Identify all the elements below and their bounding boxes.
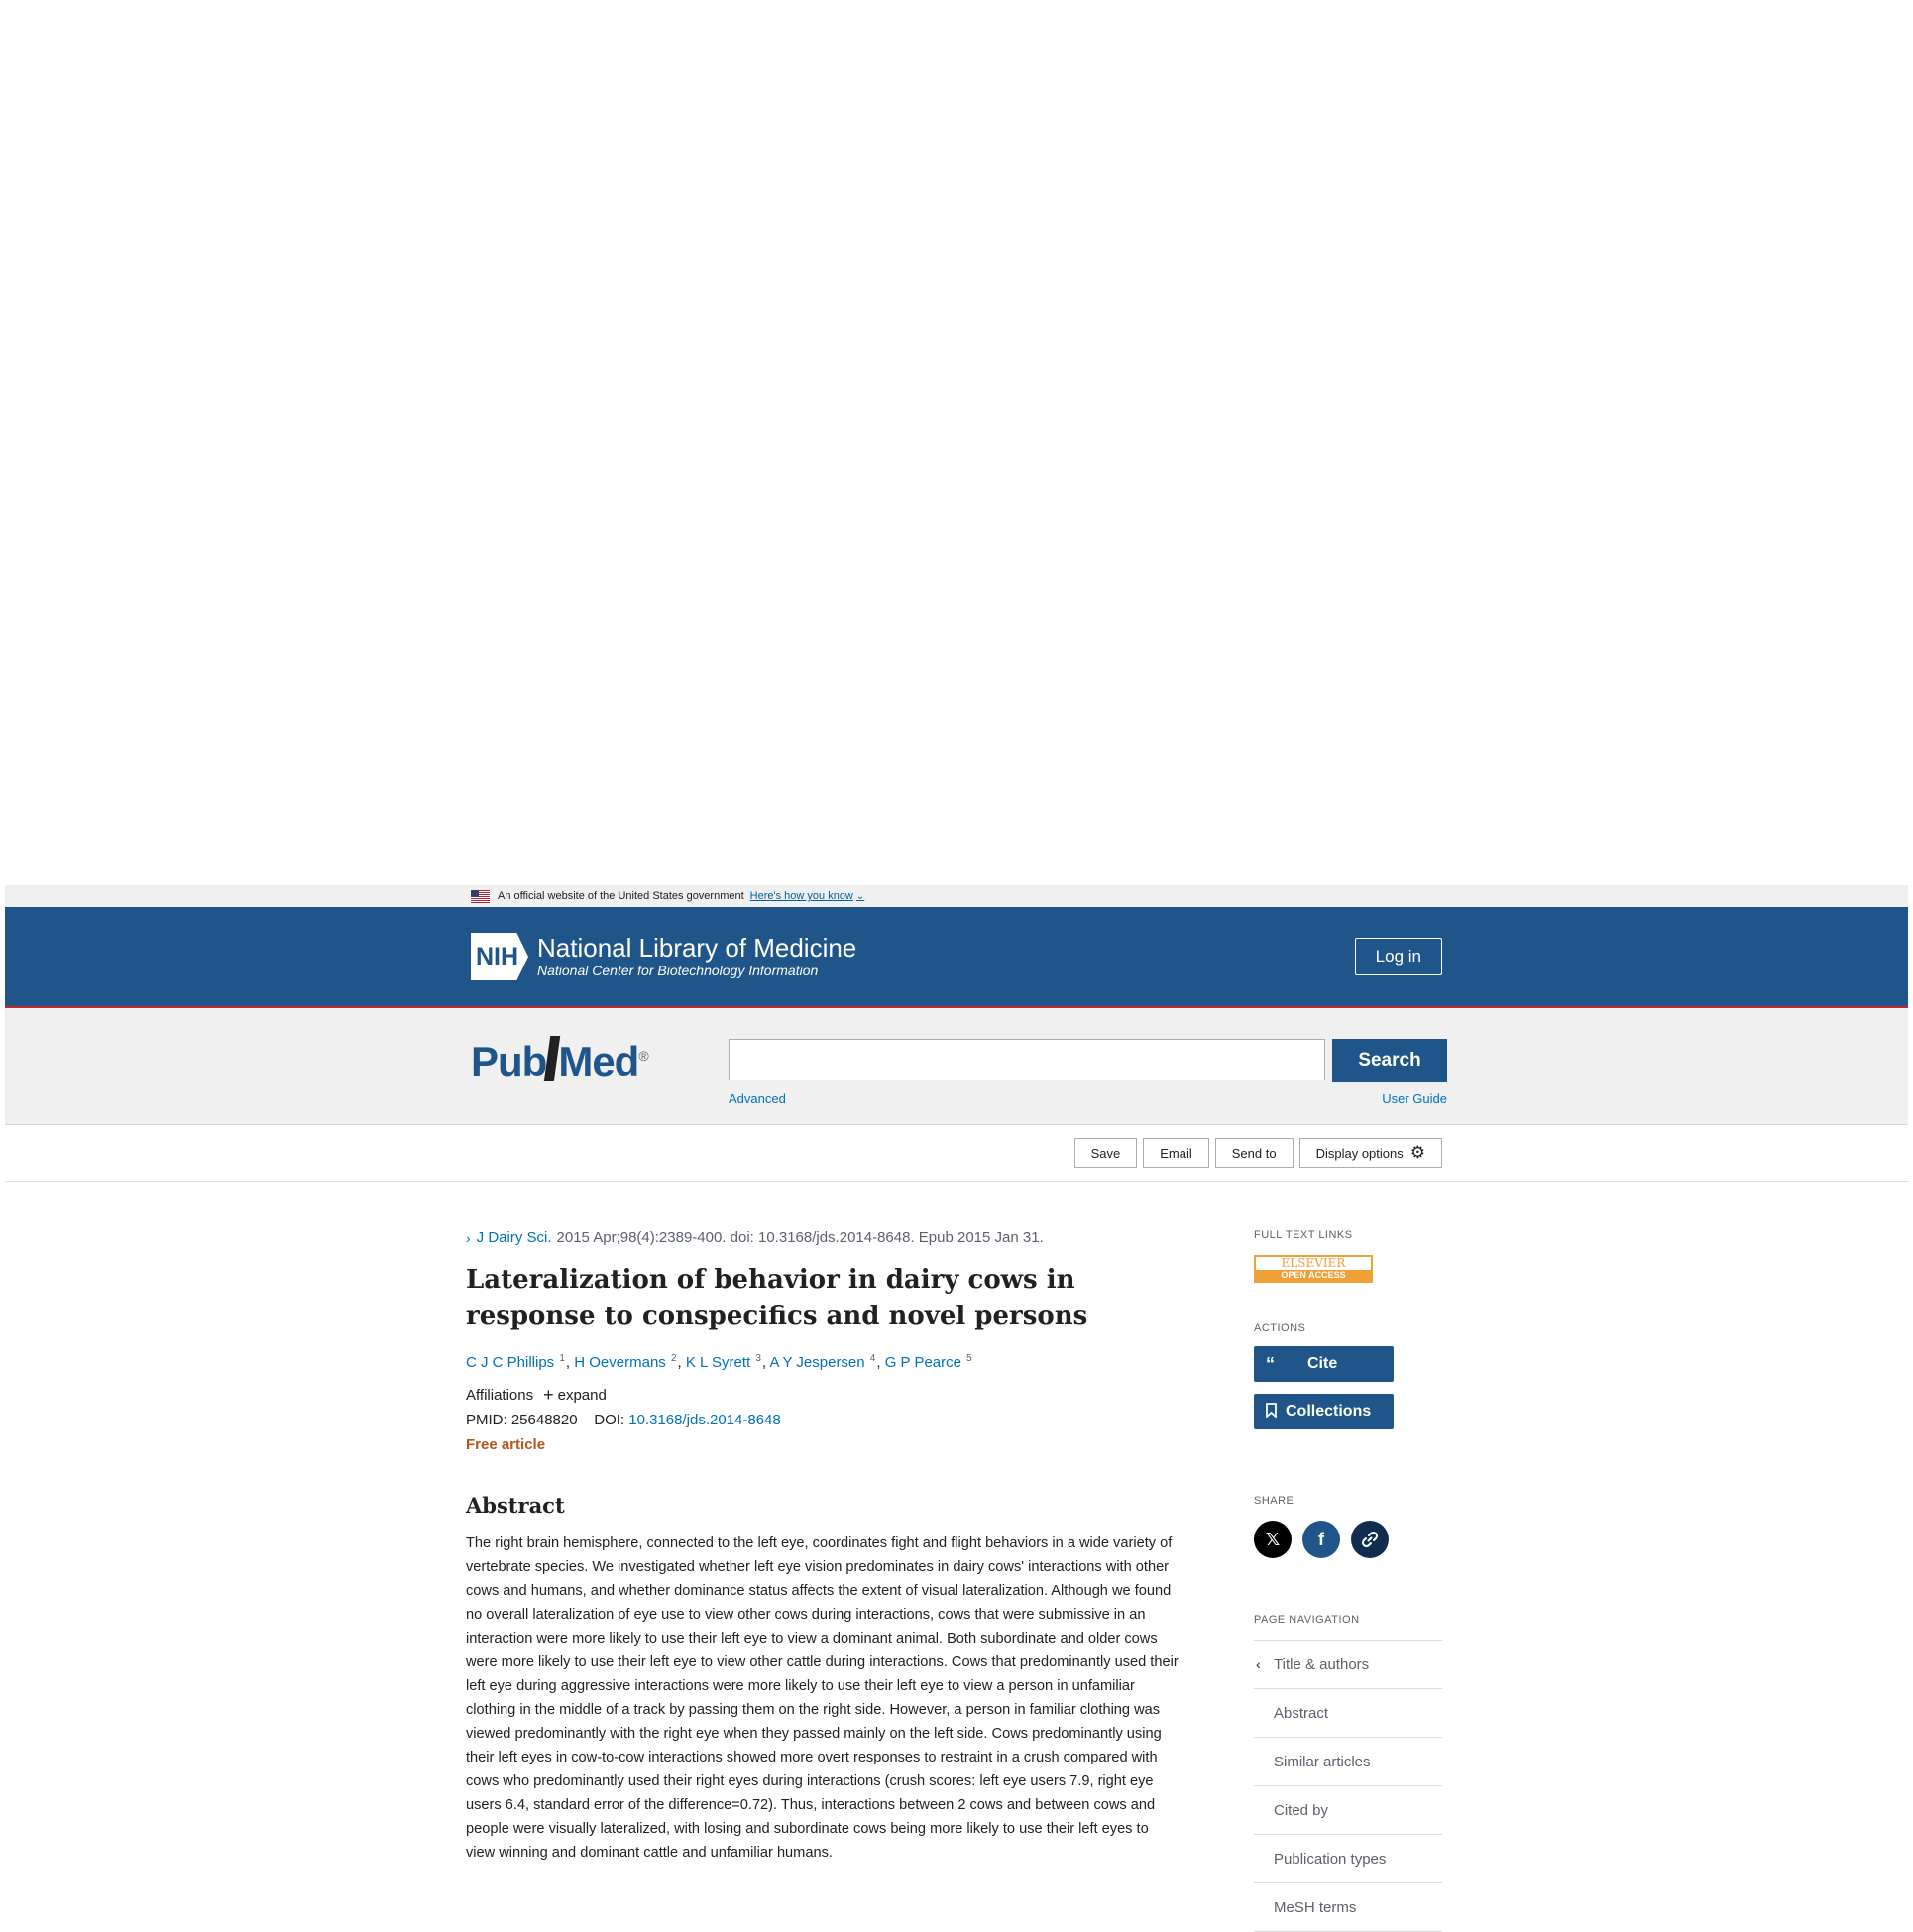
expand-label: expand — [557, 1387, 607, 1404]
nih-logo-mark: NIH — [471, 933, 528, 980]
facebook-share-icon[interactable]: f — [1302, 1521, 1340, 1558]
journal-link[interactable]: J Dairy Sci. — [477, 1229, 552, 1246]
abstract-heading: Abstract — [466, 1493, 565, 1518]
nih-header: NIH National Library of Medicine Nationa… — [5, 907, 1908, 1008]
gear-icon: ⚙ — [1409, 1143, 1425, 1162]
pubmed-logo-pub: Pub — [471, 1038, 547, 1084]
heres-how-you-know-label: Here's how you know — [749, 890, 853, 902]
author-link[interactable]: G P Pearce — [885, 1354, 961, 1371]
x-twitter-share-icon[interactable]: 𝕏 — [1254, 1521, 1292, 1558]
copy-link-icon[interactable] — [1351, 1521, 1389, 1558]
nav-item-label: Abstract — [1274, 1704, 1329, 1722]
pubmed-logo[interactable]: Pub Med® — [471, 1036, 649, 1085]
doi-label: DOI: — [594, 1412, 625, 1428]
nav-title-authors[interactable]: ‹ Title & authors — [1254, 1641, 1442, 1689]
author-affiliation-number[interactable]: 3 — [754, 1352, 762, 1365]
cite-button[interactable]: “ Cite — [1254, 1346, 1394, 1382]
open-access-text: OPEN ACCESS — [1256, 1270, 1371, 1281]
author-affiliation-number[interactable]: 1 — [558, 1352, 566, 1365]
heres-how-you-know-link[interactable]: Here's how you know ⌄ — [750, 890, 865, 902]
author-affiliation-number[interactable]: 5 — [965, 1352, 973, 1365]
gov-banner: An official website of the United States… — [5, 885, 1908, 907]
nav-mesh-terms[interactable]: MeSH terms — [1254, 1883, 1442, 1932]
citation-text: 2015 Apr;98(4):2389-400. doi: 10.3168/jd… — [556, 1229, 1044, 1246]
chevron-right-icon[interactable]: › — [466, 1230, 471, 1246]
action-bar: Save Email Send to Display options ⚙ — [5, 1125, 1908, 1182]
identifiers: PMID: 25648820 DOI: 10.3168/jds.2014-864… — [466, 1412, 1180, 1428]
nav-item-label: Title & authors — [1274, 1655, 1370, 1673]
search-button[interactable]: Search — [1332, 1039, 1447, 1082]
ncbi-subtitle: National Center for Biotechnology Inform… — [537, 963, 819, 978]
nlm-logo[interactable]: NIH National Library of Medicine Nationa… — [471, 933, 856, 980]
article-main: › J Dairy Sci. 2015 Apr;98(4):2389-400. … — [466, 1229, 1180, 1865]
pmid: PMID: 25648820 — [466, 1412, 578, 1428]
advanced-search-link[interactable]: Advanced — [729, 1091, 786, 1106]
pubmed-logo-med: Med — [558, 1038, 639, 1084]
search-area: Pub Med® Search Advanced User Guide — [5, 1008, 1908, 1125]
chevron-left-icon: ‹ — [1256, 1656, 1261, 1672]
login-button[interactable]: Log in — [1354, 938, 1442, 975]
elsevier-logo-text: ELSEVIER — [1256, 1257, 1371, 1270]
sidebar: FULL TEXT LINKS ELSEVIER OPEN ACCESS ACT… — [1254, 1229, 1442, 1932]
nav-abstract[interactable]: Abstract — [1254, 1689, 1442, 1738]
expand-affiliations-button[interactable]: + expand — [543, 1385, 607, 1406]
nlm-title: National Library of Medicine — [537, 933, 857, 963]
article-citation: › J Dairy Sci. 2015 Apr;98(4):2389-400. … — [466, 1229, 1180, 1246]
gov-banner-text: An official website of the United States… — [498, 890, 744, 902]
free-article-badge: Free article — [466, 1436, 546, 1453]
affiliations-label: Affiliations — [466, 1387, 534, 1404]
collections-label: Collections — [1286, 1403, 1372, 1420]
send-to-button[interactable]: Send to — [1214, 1138, 1294, 1168]
email-button[interactable]: Email — [1143, 1138, 1209, 1168]
chevron-down-icon: ⌄ — [855, 890, 865, 902]
nav-cited-by[interactable]: Cited by — [1254, 1786, 1442, 1835]
nav-publication-types[interactable]: Publication types — [1254, 1835, 1442, 1883]
display-options-button[interactable]: Display options ⚙ — [1298, 1138, 1442, 1168]
bookmark-icon — [1266, 1402, 1280, 1421]
affiliations-row: Affiliations + expand — [466, 1385, 1180, 1406]
author-link[interactable]: A Y Jespersen — [769, 1354, 864, 1371]
elsevier-open-access-link[interactable]: ELSEVIER OPEN ACCESS — [1254, 1255, 1373, 1283]
article-title: Lateralization of behavior in dairy cows… — [466, 1265, 1088, 1331]
author-link[interactable]: C J C Phillips — [466, 1354, 554, 1371]
collections-button[interactable]: Collections — [1254, 1394, 1394, 1429]
full-text-links-heading: FULL TEXT LINKS — [1254, 1229, 1353, 1241]
doi-link[interactable]: 10.3168/jds.2014-8648 — [628, 1412, 780, 1428]
page: An official website of the United States… — [5, 885, 1908, 1182]
nav-item-label: Similar articles — [1274, 1753, 1371, 1770]
author-link[interactable]: H Oevermans — [574, 1354, 666, 1371]
plus-icon: + — [543, 1385, 554, 1405]
quote-icon: “ — [1266, 1353, 1275, 1374]
registered-mark: ® — [638, 1048, 648, 1064]
display-options-label: Display options — [1315, 1145, 1404, 1161]
page-navigation-heading: PAGE NAVIGATION — [1254, 1614, 1360, 1626]
search-input[interactable] — [729, 1039, 1325, 1080]
save-button[interactable]: Save — [1073, 1138, 1138, 1168]
share-heading: SHARE — [1254, 1495, 1294, 1507]
page-navigation-list: ‹ Title & authors Abstract Similar artic… — [1254, 1640, 1442, 1932]
nav-item-label: Publication types — [1274, 1850, 1387, 1868]
cite-label: Cite — [1307, 1355, 1338, 1372]
user-guide-link[interactable]: User Guide — [1382, 1091, 1447, 1106]
author-link[interactable]: K L Syrett — [686, 1354, 750, 1371]
us-flag-icon — [471, 889, 490, 903]
author-affiliation-number[interactable]: 2 — [670, 1352, 678, 1365]
abstract-text: The right brain hemisphere, connected to… — [466, 1535, 1179, 1861]
nav-similar-articles[interactable]: Similar articles — [1254, 1738, 1442, 1786]
nav-item-label: Cited by — [1274, 1801, 1329, 1819]
authors-list: C J C Phillips 1, H Oevermans 2, K L Syr… — [466, 1352, 973, 1371]
actions-heading: ACTIONS — [1254, 1322, 1306, 1334]
